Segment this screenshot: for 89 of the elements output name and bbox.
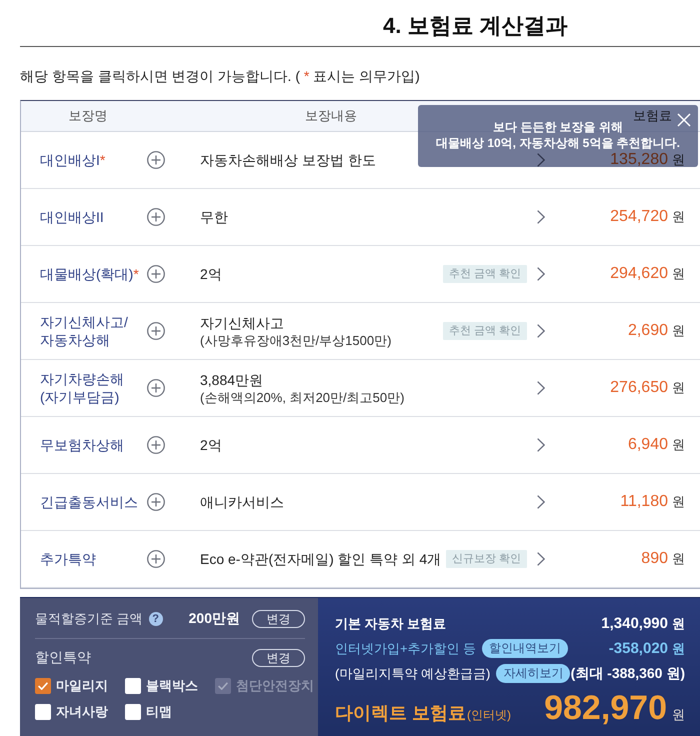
help-icon[interactable]: ? xyxy=(148,612,163,626)
coverage-note: (사망후유장애3천만/부상1500만) xyxy=(200,332,392,348)
column-header: 보장내용 xyxy=(304,107,358,125)
coverage-name[interactable]: 추가특약 xyxy=(40,550,147,568)
checkbox[interactable] xyxy=(35,704,51,720)
summary-label: 기본 자동차 보험료 xyxy=(335,614,446,632)
coverage-text: 무한 xyxy=(200,208,228,226)
coverage-text: 자동차손해배상 보장법 한도 xyxy=(200,151,376,169)
currency-unit: 원 xyxy=(672,640,685,658)
summary-label: 인터넷가입+추가할인 등 xyxy=(335,640,476,658)
total-label-suffix: (인터넷) xyxy=(467,707,512,724)
plus-circle-icon[interactable] xyxy=(147,436,165,454)
plus-circle-icon[interactable] xyxy=(147,208,165,226)
currency-unit: 원 xyxy=(672,551,685,566)
column-header: 보험료 xyxy=(633,107,672,125)
summary-amount: (최대 -388,360 원) xyxy=(570,664,685,682)
total-label: 다이렉트 보험료 xyxy=(335,702,466,725)
coverage-name[interactable]: 대물배상(확대)* xyxy=(40,265,147,283)
summary-label: (마일리지특약 예상환급금) xyxy=(335,664,490,682)
details-button[interactable]: 자세히보기 xyxy=(496,664,570,683)
chevron-icon[interactable] xyxy=(537,552,545,566)
checkbox-label: 블랙박스 xyxy=(146,677,198,695)
coverage-name[interactable]: 대인배상II xyxy=(40,208,147,226)
premium-amount: 294,620 xyxy=(610,265,668,282)
coverage-name[interactable]: 무보험차상해 xyxy=(40,436,147,454)
currency-unit: 원 xyxy=(672,706,685,724)
plus-circle-icon[interactable] xyxy=(147,493,165,511)
premium-amount: 11,180 xyxy=(620,493,668,510)
coverage-text: 3,884만원 xyxy=(200,370,264,388)
chevron-icon[interactable] xyxy=(537,495,545,509)
chevron-icon[interactable] xyxy=(537,381,545,395)
premium-amount: 890 xyxy=(641,550,668,567)
check-icon xyxy=(38,682,48,690)
currency-unit: 원 xyxy=(672,266,685,281)
coverage-text: 2억 xyxy=(200,265,222,283)
chevron-icon[interactable] xyxy=(537,324,545,338)
checkbox[interactable] xyxy=(125,704,141,720)
notice-text: 해당 항목을 클릭하시면 변경이 가능합니다. ( * 표시는 의무가입) xyxy=(20,67,421,86)
section-label: 할인특약 xyxy=(35,649,91,667)
summary-amount: -358,020 xyxy=(608,640,668,657)
discount-details-button[interactable]: 할인내역보기 xyxy=(482,639,568,658)
currency-unit: 원 xyxy=(672,494,685,509)
total-amount: 982,970 xyxy=(544,688,667,728)
plus-circle-icon[interactable] xyxy=(147,379,165,397)
currency-unit: 원 xyxy=(672,323,685,338)
premium-amount: 276,650 xyxy=(610,379,668,396)
chevron-icon[interactable] xyxy=(537,210,545,224)
tooltip-text: 대물배상 10억, 자동차상해 5억을 추천합니다. xyxy=(436,135,680,151)
checkbox-label: 첨단안전장치 xyxy=(236,677,314,695)
checkbox-label: 티맵 xyxy=(146,703,172,721)
coverage-name[interactable]: 자기신체사고/ 자동차상해 xyxy=(40,313,147,349)
change-button[interactable]: 변경 xyxy=(252,610,305,628)
plus-circle-icon[interactable] xyxy=(147,550,165,568)
tooltip-text: 보다 든든한 보장을 위해 xyxy=(492,119,623,135)
coverage-text: 애니카서비스 xyxy=(200,493,284,511)
change-button[interactable]: 변경 xyxy=(252,649,305,667)
plus-circle-icon[interactable] xyxy=(147,151,165,169)
premium-amount: 254,720 xyxy=(610,208,668,225)
coverage-name[interactable]: 대인배상I* xyxy=(40,151,147,169)
currency-unit: 원 xyxy=(672,380,685,395)
checkbox-label: 마일리지 xyxy=(56,677,108,695)
currency-unit: 원 xyxy=(672,614,685,632)
premium-amount: 6,940 xyxy=(628,436,668,453)
checkbox[interactable] xyxy=(35,678,51,694)
close-icon[interactable] xyxy=(677,113,691,127)
coverage-text: 2억 xyxy=(200,436,222,454)
summary-amount: 1,340,990 xyxy=(601,615,668,632)
checkbox-label: 자녀사랑 xyxy=(56,703,108,721)
coverage-note: (손해액의20%, 최저20만/최고50만) xyxy=(200,388,404,406)
chevron-icon[interactable] xyxy=(537,438,545,452)
coverage-name[interactable]: 긴급출동서비스 xyxy=(40,493,147,511)
setting-value: 200만원 xyxy=(188,610,240,628)
premium-amount: 135,280 xyxy=(610,151,668,168)
page-title: 4. 보험료 계산결과 xyxy=(382,12,569,40)
setting-label: 물적할증기준 금액 xyxy=(35,610,143,628)
checkbox[interactable] xyxy=(125,678,141,694)
currency-unit: 원 xyxy=(672,152,685,167)
plus-circle-icon[interactable] xyxy=(147,322,165,340)
check-icon xyxy=(218,682,228,690)
chevron-icon[interactable] xyxy=(537,153,545,167)
premium-amount: 2,690 xyxy=(628,322,668,339)
column-header: 보장명 xyxy=(68,107,108,125)
currency-unit: 원 xyxy=(672,437,685,452)
chevron-icon[interactable] xyxy=(537,267,545,281)
currency-unit: 원 xyxy=(672,209,685,224)
coverage-name[interactable]: 자기차량손해 (자기부담금) xyxy=(40,370,147,406)
coverage-text: 자기신체사고 xyxy=(200,314,284,332)
plus-circle-icon[interactable] xyxy=(147,265,165,283)
coverage-text: Eco e-약관(전자메일) 할인 특약 외 4개 xyxy=(200,550,442,568)
